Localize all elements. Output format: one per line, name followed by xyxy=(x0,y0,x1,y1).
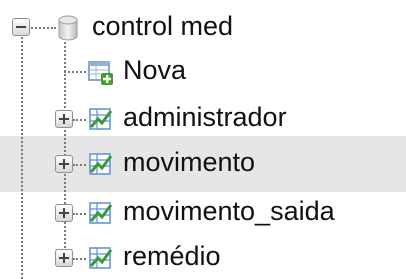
table-icon xyxy=(89,202,113,224)
expand-icon[interactable] xyxy=(55,110,73,128)
tree-item-administrador[interactable]: administrador xyxy=(123,102,287,133)
tree-connector xyxy=(21,34,23,279)
tree-connector xyxy=(73,119,86,121)
expand-icon[interactable] xyxy=(55,204,73,222)
collapse-icon[interactable] xyxy=(12,18,30,36)
tree-item-movimento[interactable]: movimento xyxy=(123,147,255,178)
tree-connector xyxy=(73,164,86,166)
database-tree: control med Nova administrador movimento xyxy=(0,0,406,279)
tree-connector xyxy=(28,27,56,29)
table-icon xyxy=(89,153,113,175)
table-icon xyxy=(89,108,113,130)
tree-item-nova[interactable]: Nova xyxy=(123,55,186,86)
tree-item-movimento-saida[interactable]: movimento_saida xyxy=(123,196,335,227)
tree-connector xyxy=(73,258,86,260)
new-table-icon xyxy=(88,61,113,85)
expand-icon[interactable] xyxy=(55,249,73,267)
table-icon xyxy=(89,247,113,269)
database-icon xyxy=(58,15,78,41)
tree-connector xyxy=(73,213,86,215)
database-label[interactable]: control med xyxy=(92,11,233,42)
tree-connector xyxy=(64,71,86,73)
tree-item-remedio[interactable]: remédio xyxy=(123,241,221,272)
expand-icon[interactable] xyxy=(55,155,73,173)
tree-connector xyxy=(64,42,66,260)
